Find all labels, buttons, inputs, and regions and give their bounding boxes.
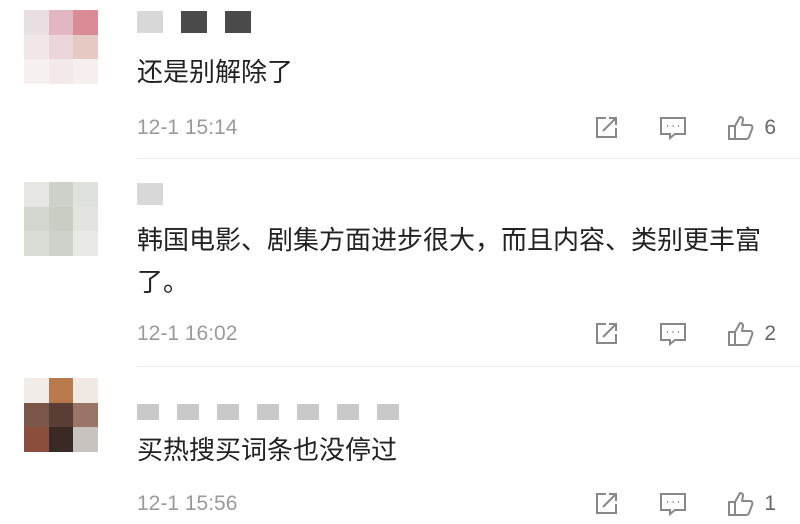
comment-text: 还是别解除了 — [137, 58, 294, 88]
share-button[interactable] — [592, 320, 620, 348]
like-icon — [728, 116, 754, 140]
like-icon — [728, 492, 754, 516]
comment-icon — [660, 323, 687, 347]
comment-actions: 1 — [554, 489, 776, 519]
divider — [137, 158, 800, 159]
username-redacted[interactable] — [137, 182, 163, 206]
comment-text: 韩国电影、剧集方面进步很大，而且内容、类别更丰富了。 — [137, 226, 762, 298]
like-count: 2 — [764, 322, 776, 345]
comment-button[interactable] — [658, 320, 688, 348]
comment-actions: 2 — [554, 319, 776, 349]
share-icon — [596, 117, 618, 138]
like-count: 1 — [764, 492, 776, 515]
comment-timestamp: 12-1 15:14 — [137, 116, 238, 139]
username-redacted[interactable] — [137, 400, 399, 424]
comment-actions: 6 — [554, 113, 776, 143]
comment-icon — [660, 493, 687, 517]
comment-timestamp: 12-1 15:56 — [137, 492, 238, 515]
like-button[interactable]: 6 — [726, 114, 776, 142]
like-count: 6 — [764, 116, 776, 139]
comment-icon — [660, 117, 687, 141]
like-icon — [728, 322, 754, 346]
avatar[interactable] — [24, 182, 98, 256]
share-button[interactable] — [592, 114, 620, 142]
avatar[interactable] — [24, 10, 98, 84]
comment-text: 买热搜买词条也没停过 — [137, 436, 398, 466]
comment-button[interactable] — [658, 114, 688, 142]
share-icon — [596, 323, 618, 344]
like-button[interactable]: 2 — [726, 320, 776, 348]
share-icon — [596, 493, 618, 514]
divider — [137, 366, 800, 367]
share-button[interactable] — [592, 490, 620, 518]
comment-timestamp: 12-1 16:02 — [137, 322, 238, 345]
like-button[interactable]: 1 — [726, 490, 776, 518]
comment-button[interactable] — [658, 490, 688, 518]
avatar[interactable] — [24, 378, 98, 452]
username-redacted[interactable] — [137, 10, 251, 34]
